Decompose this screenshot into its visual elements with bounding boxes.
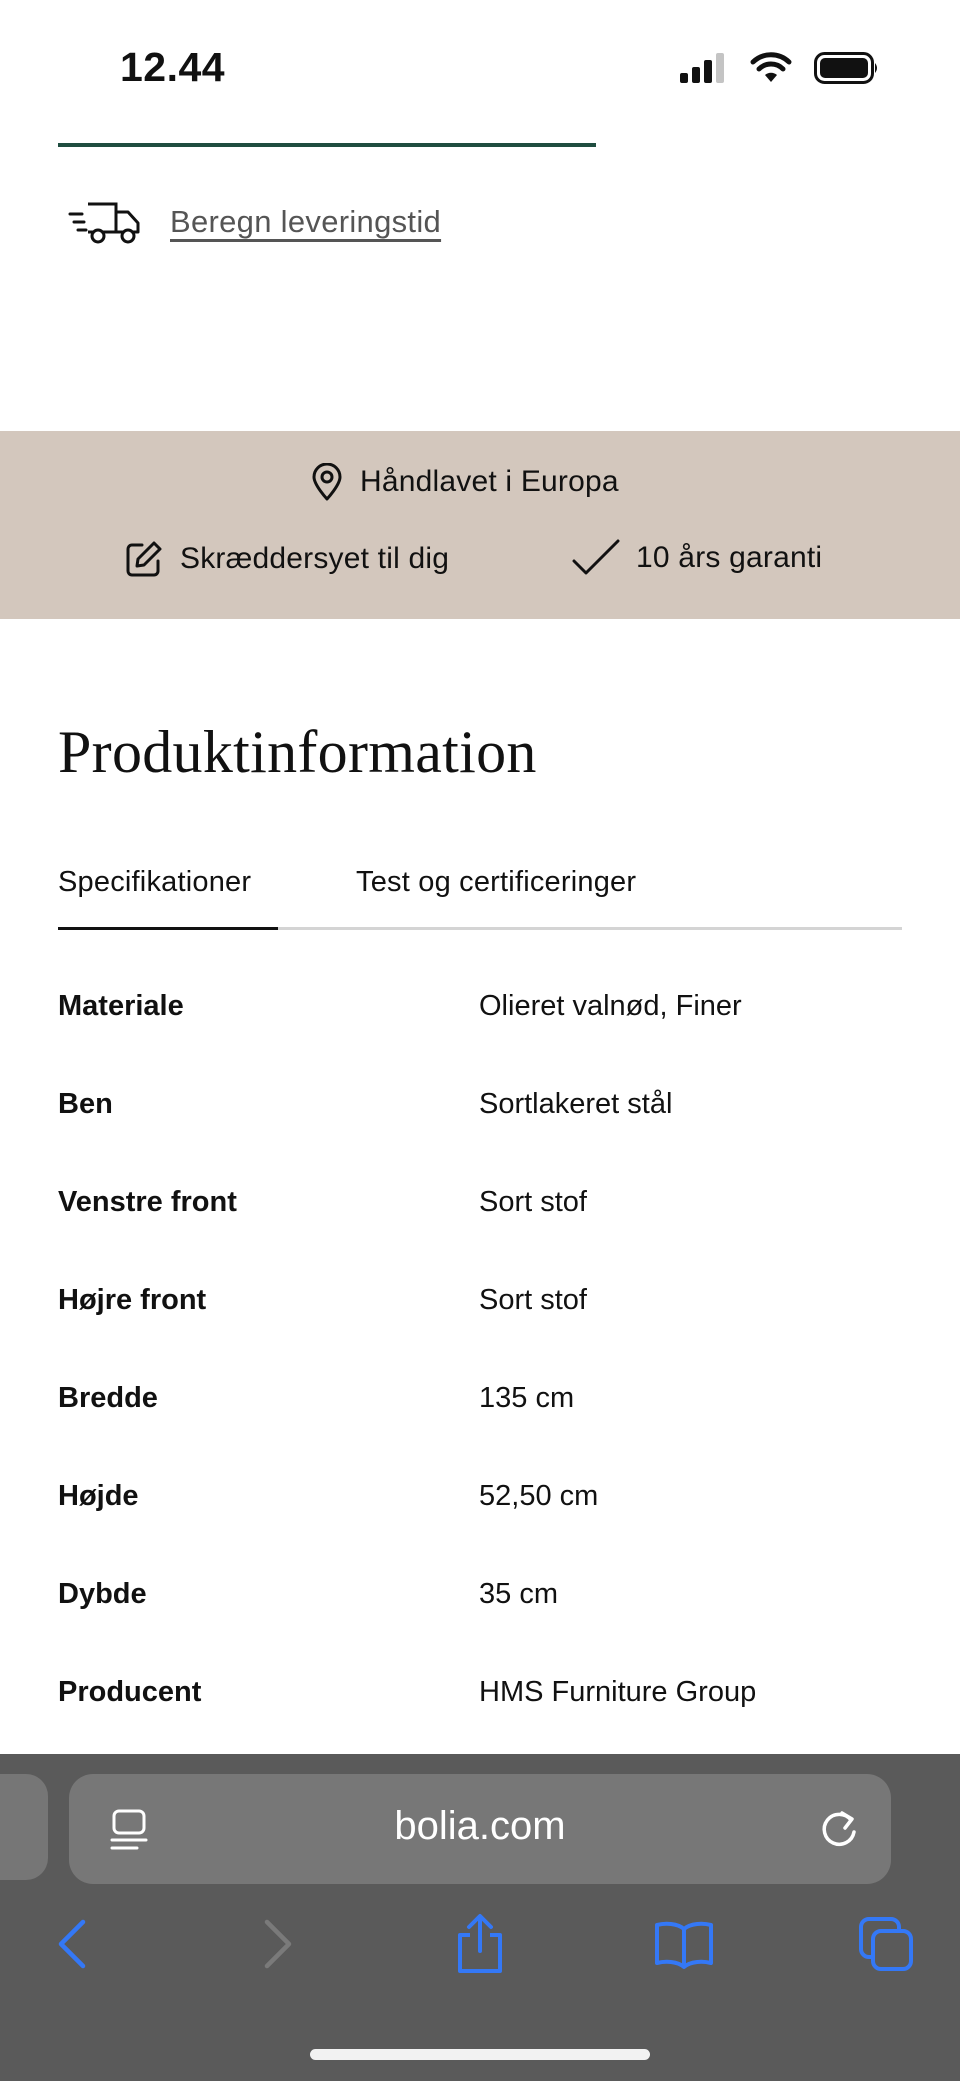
spec-label: Bredde [58, 1382, 158, 1414]
bookmarks-button[interactable] [644, 1904, 724, 1984]
product-info-title: Produktinformation [58, 719, 537, 785]
feature-warranty: 10 års garanti [572, 539, 822, 577]
spec-value: 52,50 cm [479, 1480, 599, 1512]
spec-row: Bredde 135 cm [58, 1367, 902, 1465]
back-icon [58, 1919, 86, 1969]
spec-row: Ben Sortlakeret stål [58, 1073, 902, 1171]
spec-row: Venstre front Sort stof [58, 1171, 902, 1269]
spec-value: 35 cm [479, 1578, 558, 1610]
browser-toolbar [0, 1904, 960, 1994]
checkmark-icon [572, 539, 620, 575]
feature-tailored: Skræddersyet til dig [124, 539, 449, 579]
reload-icon[interactable] [817, 1804, 861, 1852]
spec-value: 135 cm [479, 1382, 575, 1414]
spec-value: Sortlakeret stål [479, 1088, 673, 1120]
url-bar[interactable]: bolia.com [69, 1774, 891, 1884]
spec-row: Højre front Sort stof [58, 1269, 902, 1367]
spec-label: Materiale [58, 990, 184, 1022]
previous-tab-edge[interactable] [0, 1774, 48, 1880]
forward-button[interactable] [238, 1904, 318, 1984]
spec-label: Højde [58, 1480, 139, 1512]
progress-line [58, 143, 596, 147]
feature-warranty-label: 10 års garanti [636, 541, 823, 574]
forward-icon [264, 1919, 292, 1969]
back-button[interactable] [32, 1904, 112, 1984]
tab-tests-certifications[interactable]: Test og certificeringer [356, 866, 636, 899]
spec-row: Dybde 35 cm [58, 1563, 902, 1661]
specifications-table: Materiale Olieret valnød, Finer Ben Sort… [58, 975, 902, 1759]
feature-handmade-label: Håndlavet i Europa [360, 465, 619, 498]
home-indicator[interactable] [310, 2049, 650, 2060]
spec-value: Sort stof [479, 1284, 587, 1316]
tabs-button[interactable] [846, 1904, 926, 1984]
bookmarks-icon [655, 1921, 713, 1969]
spec-label: Venstre front [58, 1186, 237, 1218]
tabs-icon [859, 1917, 913, 1971]
delivery-truck-icon [68, 202, 140, 244]
spec-value: Olieret valnød, Finer [479, 990, 742, 1022]
status-bar: 12.44 [0, 0, 960, 140]
spec-row: Producent HMS Furniture Group [58, 1661, 902, 1759]
feature-tailored-label: Skræddersyet til dig [180, 542, 450, 575]
status-icons [680, 52, 880, 84]
spec-row: Materiale Olieret valnød, Finer [58, 975, 902, 1073]
browser-chrome: bolia.com [0, 1754, 960, 2081]
spec-value: Sort stof [479, 1186, 587, 1218]
feature-band: Håndlavet i Europa Skræddersyet til dig … [0, 431, 960, 619]
battery-icon [814, 52, 877, 84]
feature-handmade: Håndlavet i Europa [310, 463, 619, 501]
spec-label: Dybde [58, 1578, 147, 1610]
location-pin-icon [312, 463, 342, 501]
delivery-time-link[interactable]: Beregn leveringstid [170, 204, 441, 240]
active-tab-indicator [58, 927, 278, 930]
spec-value: HMS Furniture Group [479, 1676, 757, 1708]
tab-specifications[interactable]: Specifikationer [58, 866, 251, 899]
spec-label: Ben [58, 1088, 113, 1120]
spec-label: Højre front [58, 1284, 207, 1316]
spec-row: Højde 52,50 cm [58, 1465, 902, 1563]
delivery-row[interactable]: Beregn leveringstid [68, 198, 441, 246]
share-button[interactable] [440, 1904, 520, 1984]
cellular-signal-icon [680, 53, 724, 83]
url-text[interactable]: bolia.com [69, 1804, 891, 1849]
share-icon [458, 1914, 502, 1973]
edit-icon [126, 541, 162, 577]
spec-label: Producent [58, 1676, 202, 1708]
product-info-tabs: Specifikationer Test og certificeringer [58, 858, 902, 930]
status-time: 12.44 [120, 44, 226, 90]
wifi-icon [750, 52, 792, 82]
